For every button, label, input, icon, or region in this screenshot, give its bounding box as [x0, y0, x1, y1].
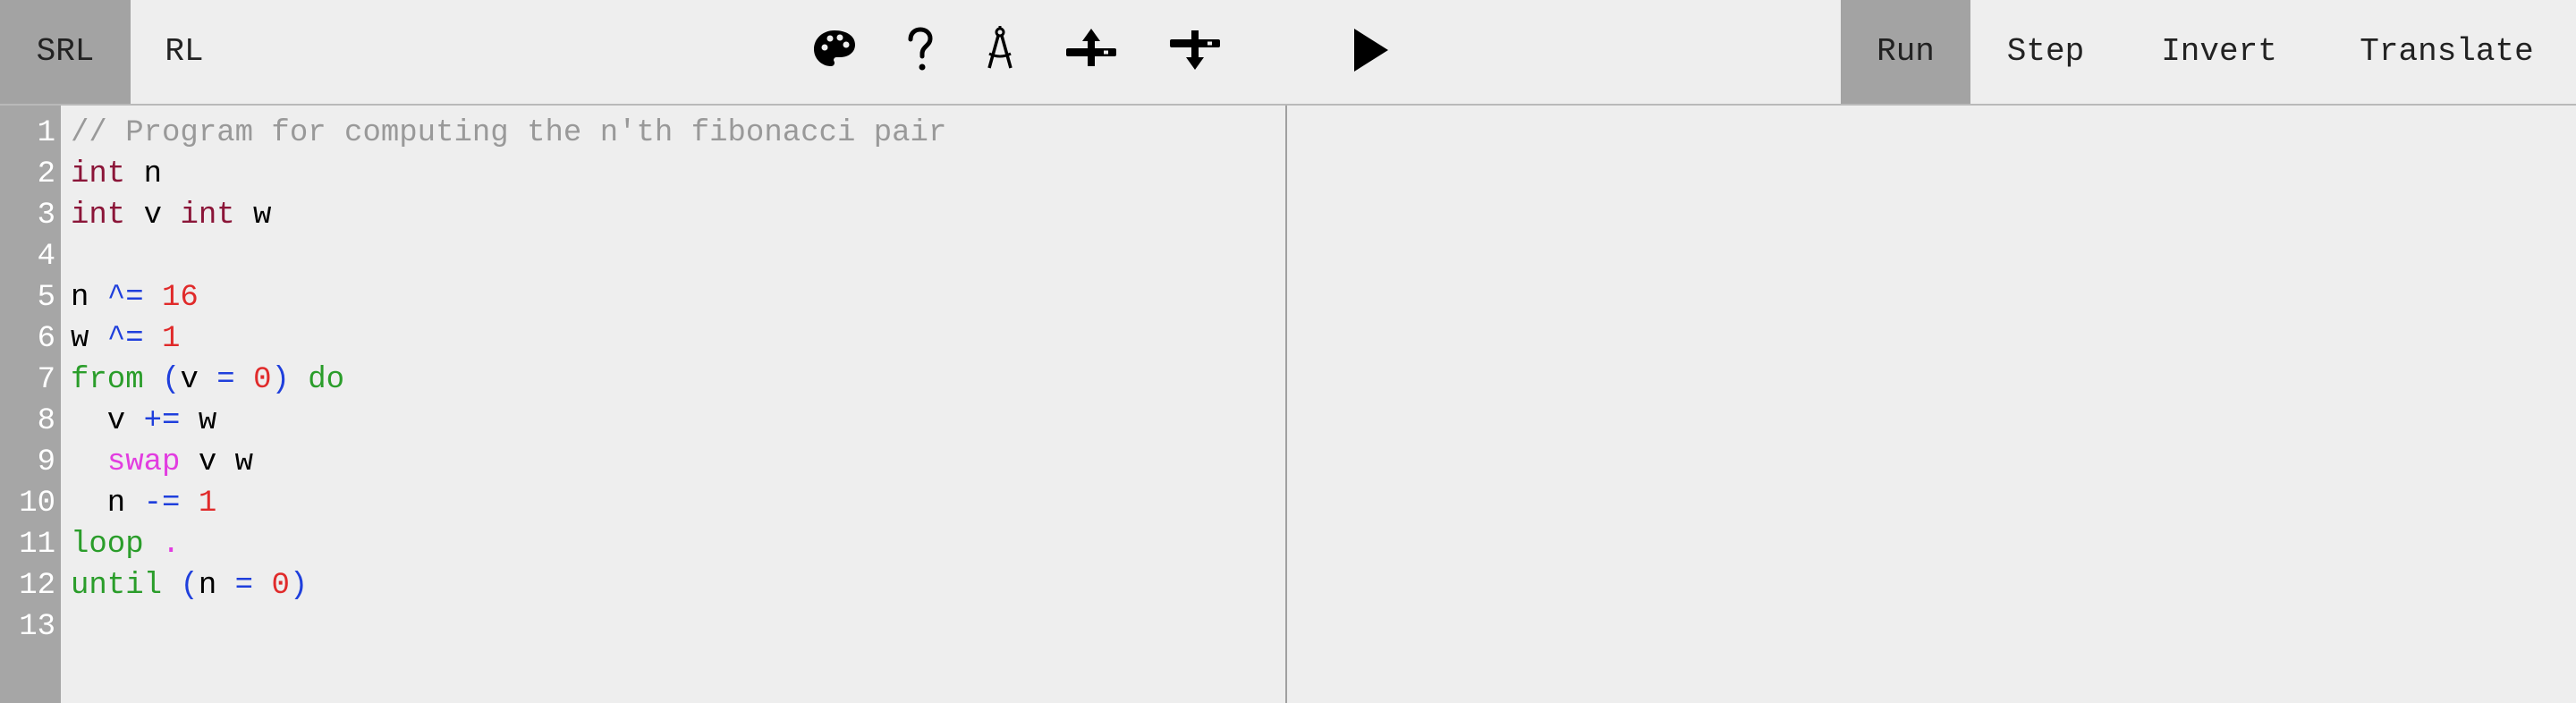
code-token-operator: (	[180, 569, 199, 603]
code-token-number: 1	[162, 322, 181, 356]
code-token-text: n	[125, 157, 163, 191]
help-icon[interactable]	[888, 18, 953, 82]
code-token-text: n	[198, 569, 235, 603]
code-token-type: int	[180, 199, 235, 233]
code-token-swap: swap	[106, 445, 181, 479]
play-icon[interactable]	[1338, 18, 1402, 82]
code-token-text: w	[71, 322, 107, 356]
code-token-keyword: loop	[71, 528, 144, 562]
line-number: 13	[19, 610, 55, 644]
line-number: 7	[37, 363, 55, 397]
run-button[interactable]: Run	[1841, 0, 1970, 104]
line-number: 9	[37, 445, 55, 479]
code-token-operator: )	[271, 363, 290, 397]
code-token-operator: =	[234, 569, 254, 603]
line-number: 2	[37, 157, 55, 191]
line-number-gutter: 1 2 3 4 5 6 7 8 9 10 11 12 13	[0, 106, 61, 703]
code-token-operator: =	[216, 363, 235, 397]
top-toolbar: SRL RL Run Step Invert Translate	[0, 0, 2576, 106]
code-token-text: v	[125, 199, 181, 233]
code-token-type: int	[71, 157, 126, 191]
code-token-number: 16	[162, 281, 199, 315]
code-token-operator: +=	[143, 404, 181, 438]
code-token-text: n	[71, 487, 144, 521]
line-number: 6	[37, 322, 55, 356]
code-token-operator: )	[289, 569, 309, 603]
line-number: 5	[37, 281, 55, 315]
line-number: 4	[37, 240, 55, 274]
palette-icon[interactable]	[802, 18, 867, 82]
code-token-text: v	[71, 404, 144, 438]
line-number: 12	[19, 569, 55, 603]
code-token-text: v	[180, 363, 217, 397]
line-number: 8	[37, 404, 55, 438]
code-line[interactable]: n -= 1	[71, 483, 216, 524]
code-line[interactable]: v += w	[71, 401, 216, 442]
code-token-text: w	[234, 199, 272, 233]
compass-icon[interactable]	[968, 18, 1032, 82]
code-line[interactable]: loop .	[71, 524, 180, 565]
code-line[interactable]: w ^= 1	[71, 318, 180, 360]
step-up-icon[interactable]	[1059, 18, 1123, 82]
code-token-operator: ^=	[106, 281, 144, 315]
code-line[interactable]: int n	[71, 154, 162, 195]
tab-rl[interactable]: RL	[131, 0, 238, 104]
code-token-keyword: from	[71, 363, 144, 397]
code-line[interactable]: n ^= 16	[71, 277, 199, 318]
step-button[interactable]: Step	[1970, 0, 2121, 104]
code-line[interactable]: swap v w	[71, 442, 253, 483]
line-number: 3	[37, 199, 55, 233]
code-token-keyword: do	[308, 363, 345, 397]
translate-button[interactable]: Translate	[2318, 0, 2576, 104]
code-token-text: n	[71, 281, 107, 315]
tab-srl[interactable]: SRL	[0, 0, 131, 104]
code-token-number: 0	[271, 569, 290, 603]
code-token-text: w	[180, 404, 217, 438]
code-token-operator: -=	[143, 487, 181, 521]
step-down-icon[interactable]	[1163, 18, 1227, 82]
invert-button[interactable]: Invert	[2121, 0, 2318, 104]
line-number: 10	[19, 487, 55, 521]
code-area[interactable]: // Program for computing the n'th fibona…	[71, 106, 1285, 703]
code-token-comment: // Program for computing the n'th fibona…	[71, 116, 947, 150]
code-token-text: v w	[180, 445, 254, 479]
code-token-type: int	[71, 199, 126, 233]
line-number: 1	[37, 116, 55, 150]
code-line[interactable]: from (v = 0) do	[71, 360, 344, 401]
code-line[interactable]: until (n = 0)	[71, 565, 308, 606]
code-token-operator: ^=	[106, 322, 144, 356]
code-line[interactable]: int v int w	[71, 195, 271, 236]
code-token-swap: .	[162, 528, 181, 562]
code-token-operator: (	[162, 363, 181, 397]
code-editor[interactable]: 1 2 3 4 5 6 7 8 9 10 11 12 13 // Program for computi…	[0, 106, 1287, 703]
line-number: 11	[19, 528, 55, 562]
output-panel	[1287, 106, 2576, 703]
code-token-number: 1	[198, 487, 217, 521]
code-token-number: 0	[253, 363, 272, 397]
code-token-keyword: until	[71, 569, 163, 603]
code-line[interactable]: // Program for computing the n'th fibona…	[71, 113, 946, 154]
